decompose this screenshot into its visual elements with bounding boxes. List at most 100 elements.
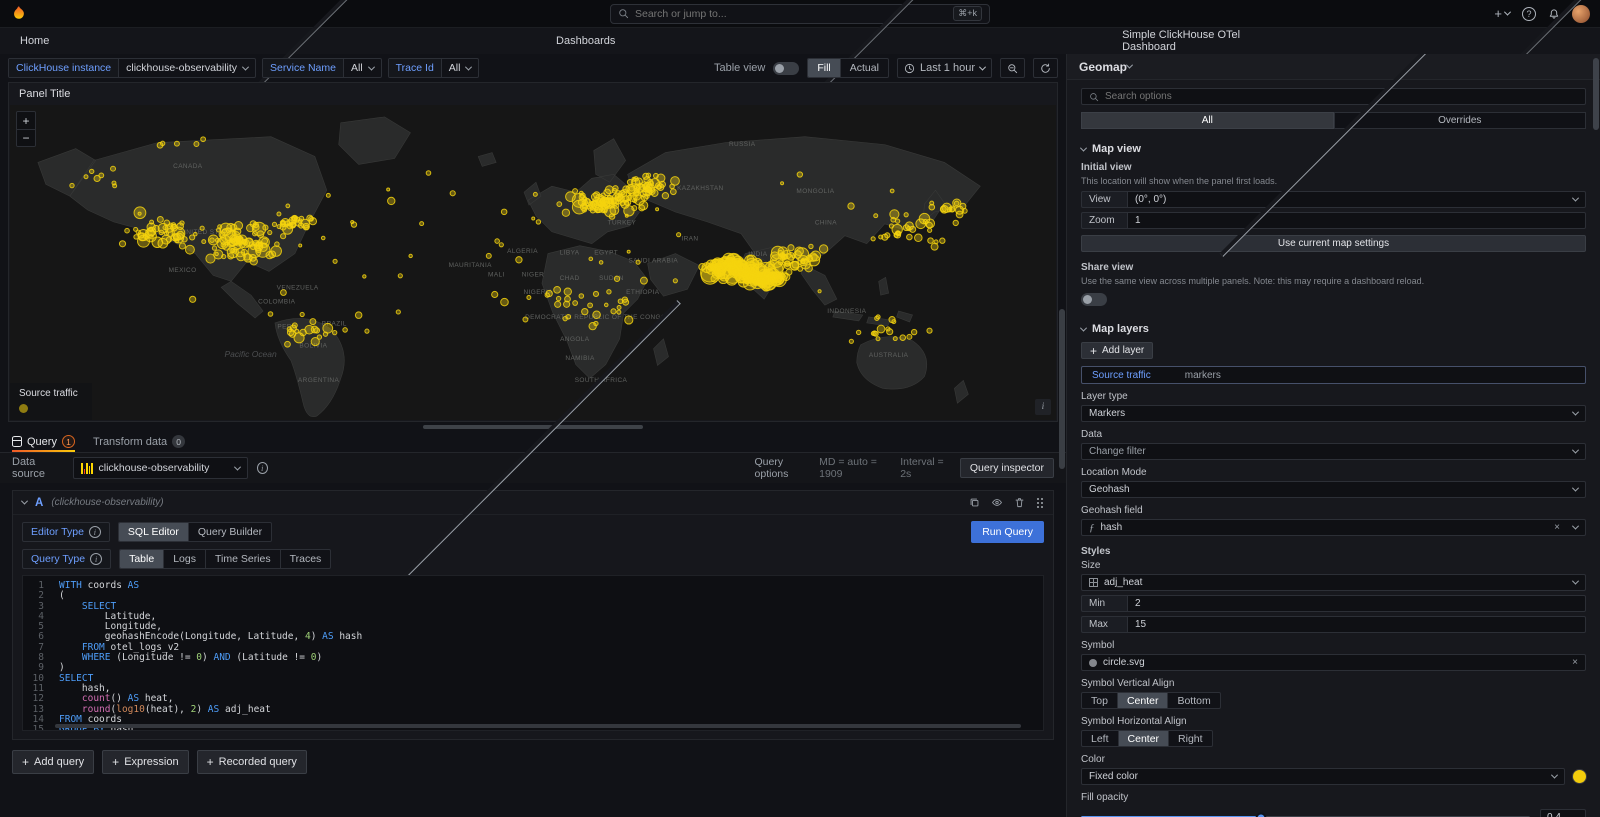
- clear-icon[interactable]: ×: [1572, 657, 1578, 668]
- query-type-traces[interactable]: Traces: [280, 550, 331, 568]
- layer-item-source-traffic[interactable]: Source traffic markers: [1081, 366, 1586, 384]
- data-select[interactable]: Change filter: [1081, 443, 1586, 460]
- hide-query-icon[interactable]: [991, 497, 1003, 508]
- size-field-select[interactable]: adj_heat: [1081, 574, 1586, 591]
- numeric-field-icon: [1089, 578, 1098, 587]
- svg-text:ARGENTINA: ARGENTINA: [298, 377, 340, 384]
- collapse-query-icon[interactable]: [21, 498, 28, 505]
- run-query-button[interactable]: Run Query: [971, 521, 1044, 543]
- h-align-center[interactable]: Center: [1118, 731, 1169, 746]
- datasource-help-icon[interactable]: i: [257, 462, 268, 474]
- time-range-picker[interactable]: Last 1 hour: [897, 58, 992, 78]
- panel-title[interactable]: Panel Title: [9, 83, 1057, 105]
- map-zoom-in-button[interactable]: +: [17, 112, 35, 129]
- clear-icon[interactable]: ×: [1554, 522, 1560, 533]
- resize-handle[interactable]: [423, 425, 643, 429]
- query-editor-header: A (clickhouse-observability): [13, 491, 1053, 515]
- query-type-help-icon[interactable]: i: [90, 553, 102, 565]
- breadcrumb-dashboards[interactable]: Dashboards: [556, 35, 615, 47]
- h-align-right[interactable]: Right: [1168, 731, 1212, 746]
- variable-value[interactable]: All: [344, 59, 381, 77]
- breadcrumb-dashboard-name[interactable]: Simple ClickHouse OTel Dashboard: [1122, 29, 1283, 53]
- chevron-down-icon: [1572, 523, 1579, 530]
- collapse-sidebar-icon[interactable]: [1144, 64, 1600, 69]
- location-mode-select[interactable]: Geohash: [1081, 481, 1586, 498]
- options-search-input[interactable]: [1105, 91, 1578, 102]
- share-view-toggle[interactable]: [1081, 293, 1107, 306]
- section-map-layers[interactable]: Map layers: [1067, 323, 1600, 335]
- sql-code[interactable]: WITH coords AS( SELECT Latitude, Longitu…: [51, 576, 1043, 730]
- size-mode-actual[interactable]: Actual: [840, 59, 888, 77]
- symbol-select[interactable]: circle.svg ×: [1081, 654, 1586, 671]
- add-query-button[interactable]: +Add query: [12, 750, 94, 774]
- max-input[interactable]: [1135, 619, 1578, 630]
- zoom-input[interactable]: [1135, 215, 1578, 226]
- view-select[interactable]: (0°, 0°): [1127, 191, 1586, 208]
- add-expression-button[interactable]: +Expression: [102, 750, 188, 774]
- grafana-logo-icon[interactable]: [10, 5, 28, 23]
- add-menu-button[interactable]: +: [1494, 6, 1510, 21]
- color-select[interactable]: Fixed color: [1081, 768, 1565, 785]
- variable-value[interactable]: clickhouse-observability: [119, 59, 255, 77]
- tab-query[interactable]: Query 1: [12, 435, 75, 452]
- help-button[interactable]: ?: [1522, 7, 1536, 21]
- panel-view-controls: Table view Fill Actual Last 1 hour: [714, 58, 1058, 78]
- chevron-down-icon[interactable]: [1126, 62, 1133, 69]
- use-current-map-settings-button[interactable]: Use current map settings: [1081, 235, 1586, 252]
- geohash-field-select[interactable]: ƒ hash ×: [1081, 519, 1586, 536]
- sql-editor[interactable]: 123456789101112131415 WITH coords AS( SE…: [22, 575, 1044, 731]
- delete-query-icon[interactable]: [1014, 497, 1025, 508]
- color-swatch[interactable]: [1573, 770, 1586, 783]
- search-box[interactable]: ⌘+k: [610, 4, 990, 24]
- left-scrollbar-thumb[interactable]: [1059, 309, 1065, 469]
- add-layer-button[interactable]: +Add layer: [1081, 342, 1153, 359]
- user-avatar[interactable]: [1572, 5, 1590, 23]
- query-datasource-hint: (clickhouse-observability): [51, 497, 163, 508]
- map-attribution-button[interactable]: i: [1035, 399, 1051, 415]
- fill-opacity-input[interactable]: [1547, 812, 1579, 817]
- sql-horizontal-scrollbar[interactable]: [55, 724, 1021, 728]
- size-mode-fill[interactable]: Fill: [808, 59, 839, 77]
- query-actions: [969, 497, 1044, 508]
- query-options-toggle[interactable]: Query options MD = auto = 1909 Interval …: [277, 456, 951, 480]
- data-label: Data: [1081, 429, 1586, 440]
- h-align-left[interactable]: Left: [1082, 731, 1118, 746]
- visualization-type-title[interactable]: Geomap: [1079, 60, 1127, 74]
- options-search[interactable]: [1081, 88, 1586, 105]
- zoom-out-time-button[interactable]: [1000, 58, 1025, 78]
- tab-transform-data[interactable]: Transform data 0: [93, 435, 185, 452]
- editor-type-sql[interactable]: SQL Editor: [119, 523, 188, 541]
- duplicate-query-icon[interactable]: [969, 497, 980, 508]
- options-tab-overrides[interactable]: Overrides: [1334, 112, 1587, 129]
- editor-type-help-icon[interactable]: i: [89, 526, 101, 538]
- refresh-button[interactable]: [1033, 58, 1058, 78]
- options-tab-all[interactable]: All: [1081, 112, 1334, 129]
- editor-type-builder[interactable]: Query Builder: [188, 523, 271, 541]
- variable-service-name[interactable]: Service Name All: [262, 58, 382, 78]
- breadcrumb-home[interactable]: Home: [20, 35, 49, 47]
- breadcrumb: Home Dashboards Simple ClickHouse OTel D…: [20, 29, 1600, 53]
- datasource-picker[interactable]: clickhouse-observability: [73, 457, 247, 479]
- drag-handle-icon[interactable]: [1036, 497, 1044, 508]
- variable-value[interactable]: All: [442, 59, 479, 77]
- layer-type-select[interactable]: Markers: [1081, 405, 1586, 422]
- slider-knob[interactable]: [1255, 812, 1266, 817]
- v-align-top[interactable]: Top: [1082, 693, 1117, 708]
- world-map[interactable]: RUSSIACANADAUNITED STATESMEXICOVENEZUELA…: [10, 105, 1056, 420]
- layer-name[interactable]: Source traffic: [1092, 370, 1151, 381]
- query-type-logs[interactable]: Logs: [163, 550, 205, 568]
- transform-count-badge: 0: [172, 435, 185, 448]
- add-recorded-query-button[interactable]: +Recorded query: [197, 750, 307, 774]
- query-type-timeseries[interactable]: Time Series: [205, 550, 280, 568]
- variable-clickhouse-instance[interactable]: ClickHouse instance clickhouse-observabi…: [8, 58, 256, 78]
- variable-trace-id[interactable]: Trace Id All: [388, 58, 480, 78]
- options-scrollbar-thumb[interactable]: [1593, 58, 1599, 130]
- table-view-toggle[interactable]: [773, 62, 799, 75]
- min-input[interactable]: [1135, 598, 1578, 609]
- query-inspector-button[interactable]: Query inspector: [960, 458, 1054, 478]
- chevron-down-icon: [1080, 144, 1087, 151]
- map-zoom-out-button[interactable]: −: [17, 129, 35, 146]
- v-align-center[interactable]: Center: [1117, 693, 1168, 708]
- v-align-bottom[interactable]: Bottom: [1167, 693, 1219, 708]
- query-type-table[interactable]: Table: [120, 550, 163, 568]
